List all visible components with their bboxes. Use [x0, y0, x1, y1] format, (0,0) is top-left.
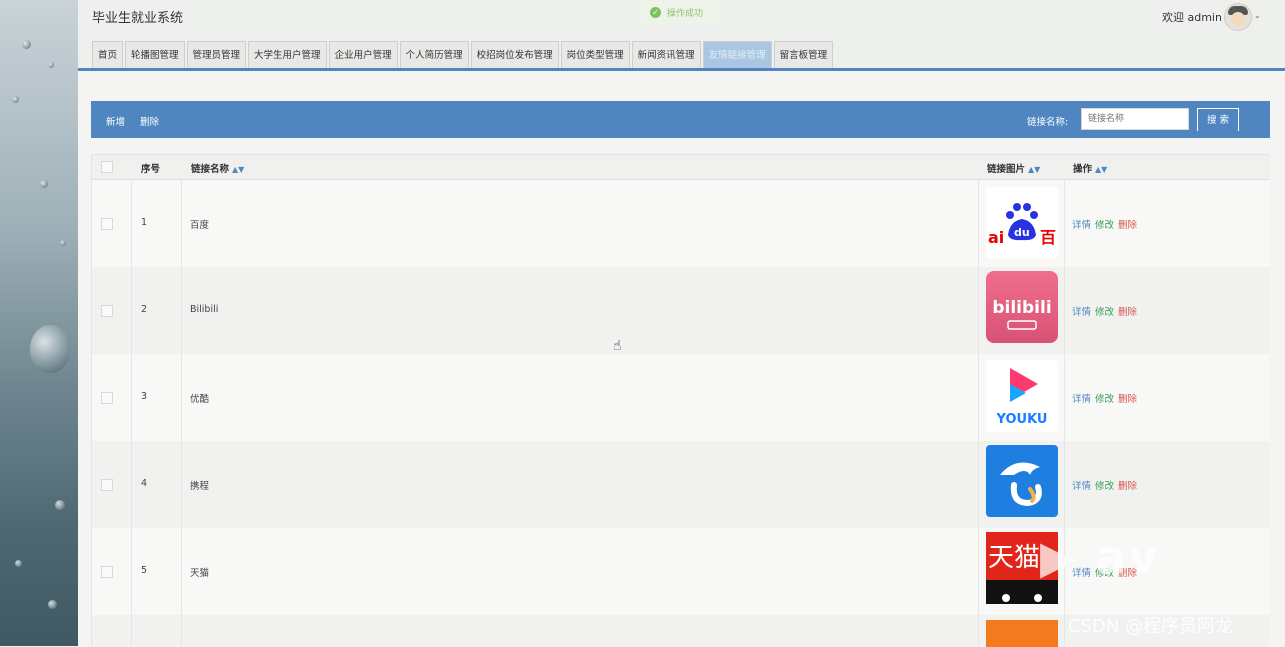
tab-companies[interactable]: 企业用户管理: [328, 41, 398, 68]
detail-link[interactable]: 详情: [1072, 481, 1091, 492]
tab-admins[interactable]: 管理员管理: [186, 41, 247, 68]
table-row: 4 携程 详情 修改 删除: [92, 441, 1270, 529]
sort-icon: ▲▼: [1095, 165, 1108, 174]
row-name: Bilibili: [190, 304, 219, 315]
toast-text: 操作成功: [667, 8, 704, 19]
row-index: 5: [141, 565, 148, 576]
search-label: 链接名称:: [1027, 117, 1069, 128]
row-checkbox[interactable]: [101, 566, 113, 578]
chevron-down-icon[interactable]: ⌄: [1254, 11, 1261, 20]
delete-link[interactable]: 删除: [1118, 481, 1137, 492]
row-name: 百度: [190, 220, 210, 231]
tab-job-types[interactable]: 岗位类型管理: [560, 41, 630, 68]
header: 毕业生就业系统 ✓ 操作成功 欢迎 admin ⌄ 首页 轮播图管理 管理员管理…: [78, 0, 1285, 71]
row-logo-partial: [986, 620, 1058, 647]
app-title: 毕业生就业系统: [92, 11, 184, 26]
detail-link[interactable]: 详情: [1072, 220, 1091, 231]
row-checkbox[interactable]: [101, 392, 113, 404]
desktop-background: [0, 0, 78, 646]
edit-link[interactable]: 修改: [1095, 394, 1114, 405]
tab-links[interactable]: 友情链接管理: [702, 41, 772, 68]
delete-button[interactable]: 删除: [140, 114, 159, 128]
csdn-watermark: CSDN @程序员阿龙: [1068, 616, 1234, 637]
nav-tabs: 首页 轮播图管理 管理员管理 大学生用户管理 企业用户管理 个人简历管理 校招岗…: [92, 41, 834, 68]
ctrip-logo: [986, 445, 1058, 517]
svg-text:YOUKU: YOUKU: [996, 412, 1048, 427]
table-row: 3 优酷 YOUKU 详情 修改 删除: [92, 354, 1270, 442]
sort-icon: ▲▼: [1028, 165, 1041, 174]
row-checkbox[interactable]: [101, 479, 113, 491]
svg-text:百: 百: [1040, 228, 1056, 247]
youku-logo: YOUKU: [986, 360, 1058, 432]
search-button[interactable]: 搜 索: [1197, 108, 1239, 131]
edit-link[interactable]: 修改: [1095, 220, 1114, 231]
app-window: 毕业生就业系统 ✓ 操作成功 欢迎 admin ⌄ 首页 轮播图管理 管理员管理…: [78, 0, 1285, 647]
baidu-logo: ai du 百: [986, 187, 1058, 259]
search-input[interactable]: [1081, 108, 1189, 130]
delete-link[interactable]: 删除: [1118, 220, 1137, 231]
delete-link[interactable]: 删除: [1118, 307, 1137, 318]
header-ops[interactable]: 操作 ▲▼: [1073, 161, 1107, 175]
row-checkbox[interactable]: [101, 218, 113, 230]
tab-students[interactable]: 大学生用户管理: [248, 41, 327, 68]
svg-text:bilibili: bilibili: [992, 298, 1051, 318]
avatar[interactable]: [1224, 3, 1252, 31]
svg-text:天猫: 天猫: [988, 543, 1040, 573]
row-name: 优酷: [190, 394, 210, 405]
tab-jobs[interactable]: 校招岗位发布管理: [470, 41, 559, 68]
toolbar: 新增 删除 链接名称: 搜 索: [91, 101, 1270, 138]
header-name[interactable]: 链接名称 ▲▼: [191, 161, 244, 175]
svg-text:ai: ai: [988, 228, 1004, 247]
row-name: 携程: [190, 481, 210, 492]
row-actions: 详情 修改 删除: [1072, 217, 1137, 231]
row-actions: 详情 修改 删除: [1072, 478, 1137, 492]
select-all-checkbox[interactable]: [101, 161, 113, 173]
success-toast: ✓ 操作成功: [636, 0, 720, 24]
edit-link[interactable]: 修改: [1095, 481, 1114, 492]
detail-link[interactable]: 详情: [1072, 307, 1091, 318]
edit-link[interactable]: 修改: [1095, 307, 1114, 318]
row-index: 3: [141, 391, 148, 402]
row-actions: 详情 修改 删除: [1072, 391, 1137, 405]
table-row: 1 百度 ai du 百 详情 修改 删除: [92, 180, 1270, 268]
check-icon: ✓: [650, 6, 661, 18]
tab-carousel[interactable]: 轮播图管理: [125, 41, 185, 68]
tab-resumes[interactable]: 个人简历管理: [399, 41, 469, 68]
video-watermark: ▶ av: [1040, 530, 1161, 584]
tab-underline: [78, 68, 1285, 71]
svg-text:du: du: [1014, 226, 1030, 239]
tab-news[interactable]: 新闻资讯管理: [631, 41, 701, 68]
header-image[interactable]: 链接图片 ▲▼: [987, 161, 1040, 175]
welcome-text: 欢迎 admin: [1162, 11, 1222, 24]
add-button[interactable]: 新增: [106, 114, 125, 128]
header-index: 序号: [141, 164, 161, 175]
row-checkbox[interactable]: [101, 305, 113, 317]
row-index: 1: [141, 217, 148, 228]
row-name: 天猫: [190, 568, 210, 579]
table-row: 2 Bilibili bilibili 详情 修改 删除: [92, 267, 1270, 355]
bilibili-logo: bilibili: [986, 271, 1058, 343]
row-actions: 详情 修改 删除: [1072, 304, 1137, 318]
table-header: 序号 链接名称 ▲▼ 链接图片 ▲▼ 操作 ▲▼: [92, 155, 1270, 180]
detail-link[interactable]: 详情: [1072, 394, 1091, 405]
delete-link[interactable]: 删除: [1118, 394, 1137, 405]
row-index: 2: [141, 304, 148, 315]
tab-home[interactable]: 首页: [92, 41, 124, 68]
hand-cursor-icon: ☝: [613, 338, 622, 354]
tab-messages[interactable]: 留言板管理: [773, 41, 834, 68]
row-index: 4: [141, 478, 148, 489]
sort-icon: ▲▼: [232, 165, 245, 174]
